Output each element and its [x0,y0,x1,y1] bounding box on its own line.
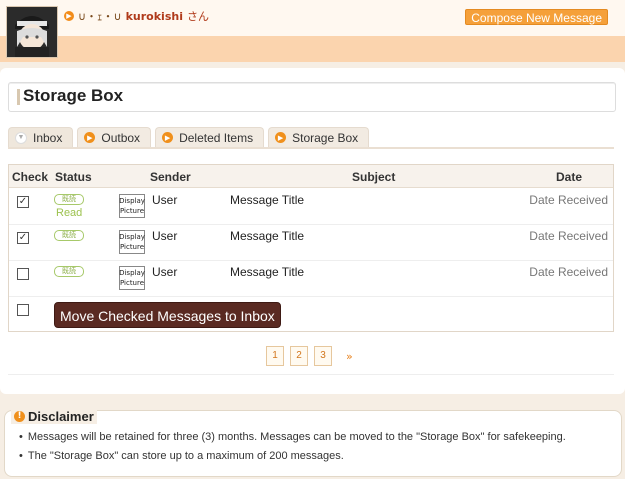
avatar-image [7,7,57,57]
sender[interactable]: User [152,265,177,279]
page-title: Storage Box [23,86,124,105]
tab-label: Deleted Items [179,130,254,145]
sender[interactable]: User [152,229,177,243]
header-bar: ▶ ∪・ｪ・∪ kurokishi さん Compose New Message [0,0,625,62]
display-picture[interactable]: Display Picture [119,194,145,218]
tab-outbox[interactable]: ▶ Outbox [77,127,152,147]
tab-storage-box[interactable]: ▶ Storage Box [268,127,370,147]
disclaimer-heading: ! Disclaimer [11,409,97,424]
honorific: さん [186,10,209,23]
subject[interactable]: Message Title [230,193,304,207]
page-title-box: Storage Box [8,82,616,112]
date-received: Date Received [529,193,608,207]
message-tabs: ▼ Inbox ▶ Outbox ▶ Deleted Items ▶ Stora… [8,127,370,147]
sender[interactable]: User [152,193,177,207]
chevron-right-icon: ▶ [275,132,287,143]
table-row[interactable]: 既読 Display Picture User Message Title Da… [9,260,613,297]
disclaimer-item: The "Storage Box" can store up to a maxi… [19,450,566,462]
bulk-action-row: Move Checked Messages to Inbox [9,297,613,333]
avatar[interactable] [6,6,58,58]
row-checkbox[interactable]: ✓ [17,196,29,208]
table-row[interactable]: ✓ 既読 Read Display Picture User Message T… [9,188,613,225]
status-text: Read [56,207,83,219]
column-header-date: Date [556,170,583,184]
read-badge: 既読 [54,266,84,277]
row-checkbox[interactable]: ✓ [17,232,29,244]
disclaimer-title: Disclaimer [28,409,94,424]
divider [8,374,614,375]
tab-label: Outbox [101,130,141,145]
tab-label: Storage Box [292,130,359,145]
read-badge: 既読 [54,230,84,241]
subject[interactable]: Message Title [230,265,304,279]
chevron-right-icon: ▶ [162,132,174,143]
read-badge: 既読 [54,194,84,205]
info-icon: ! [14,411,25,422]
tab-inbox[interactable]: ▼ Inbox [8,127,74,147]
pagination: 1 2 3 » [266,346,353,366]
tab-deleted-items[interactable]: ▶ Deleted Items [155,127,265,147]
page-3-button[interactable]: 3 [314,346,332,366]
move-to-inbox-button[interactable]: Move Checked Messages to Inbox [54,302,281,328]
username[interactable]: kurokishi [126,10,183,23]
chevron-down-icon: ▼ [15,131,27,144]
next-page-link[interactable]: » [346,350,353,363]
disclaimer-box: ! Disclaimer Messages will be retained f… [4,409,622,477]
column-header-status: Status [55,170,92,184]
chevron-right-icon: ▶ [84,132,96,143]
select-all-checkbox[interactable] [17,304,29,316]
display-picture[interactable]: Display Picture [119,266,145,290]
row-checkbox[interactable] [17,268,29,280]
page-1-button[interactable]: 1 [266,346,284,366]
date-received: Date Received [529,229,608,243]
compose-new-message-button[interactable]: Compose New Message [465,9,608,25]
subject[interactable]: Message Title [230,229,304,243]
column-header-sender: Sender [150,170,191,184]
disclaimer-item: Messages will be retained for three (3) … [19,431,566,443]
tab-divider [8,147,614,149]
tab-label: Inbox [33,130,63,145]
username-row: ▶ ∪・ｪ・∪ kurokishi さん [64,8,209,24]
date-received: Date Received [529,265,608,279]
page-2-button[interactable]: 2 [290,346,308,366]
table-header: Check Status Sender Subject Date [9,165,613,188]
column-header-check: Check [12,170,49,184]
kaomoji: ∪・ｪ・∪ [78,10,122,23]
column-header-subject: Subject [352,170,396,184]
display-picture[interactable]: Display Picture [119,230,145,254]
message-table: Check Status Sender Subject Date ✓ 既読 Re… [8,164,614,332]
chevron-right-icon: ▶ [64,11,74,21]
disclaimer-list: Messages will be retained for three (3) … [19,431,566,469]
table-row[interactable]: ✓ 既読 Display Picture User Message Title … [9,224,613,261]
storage-panel: Storage Box ▼ Inbox ▶ Outbox ▶ Deleted I… [0,68,625,394]
